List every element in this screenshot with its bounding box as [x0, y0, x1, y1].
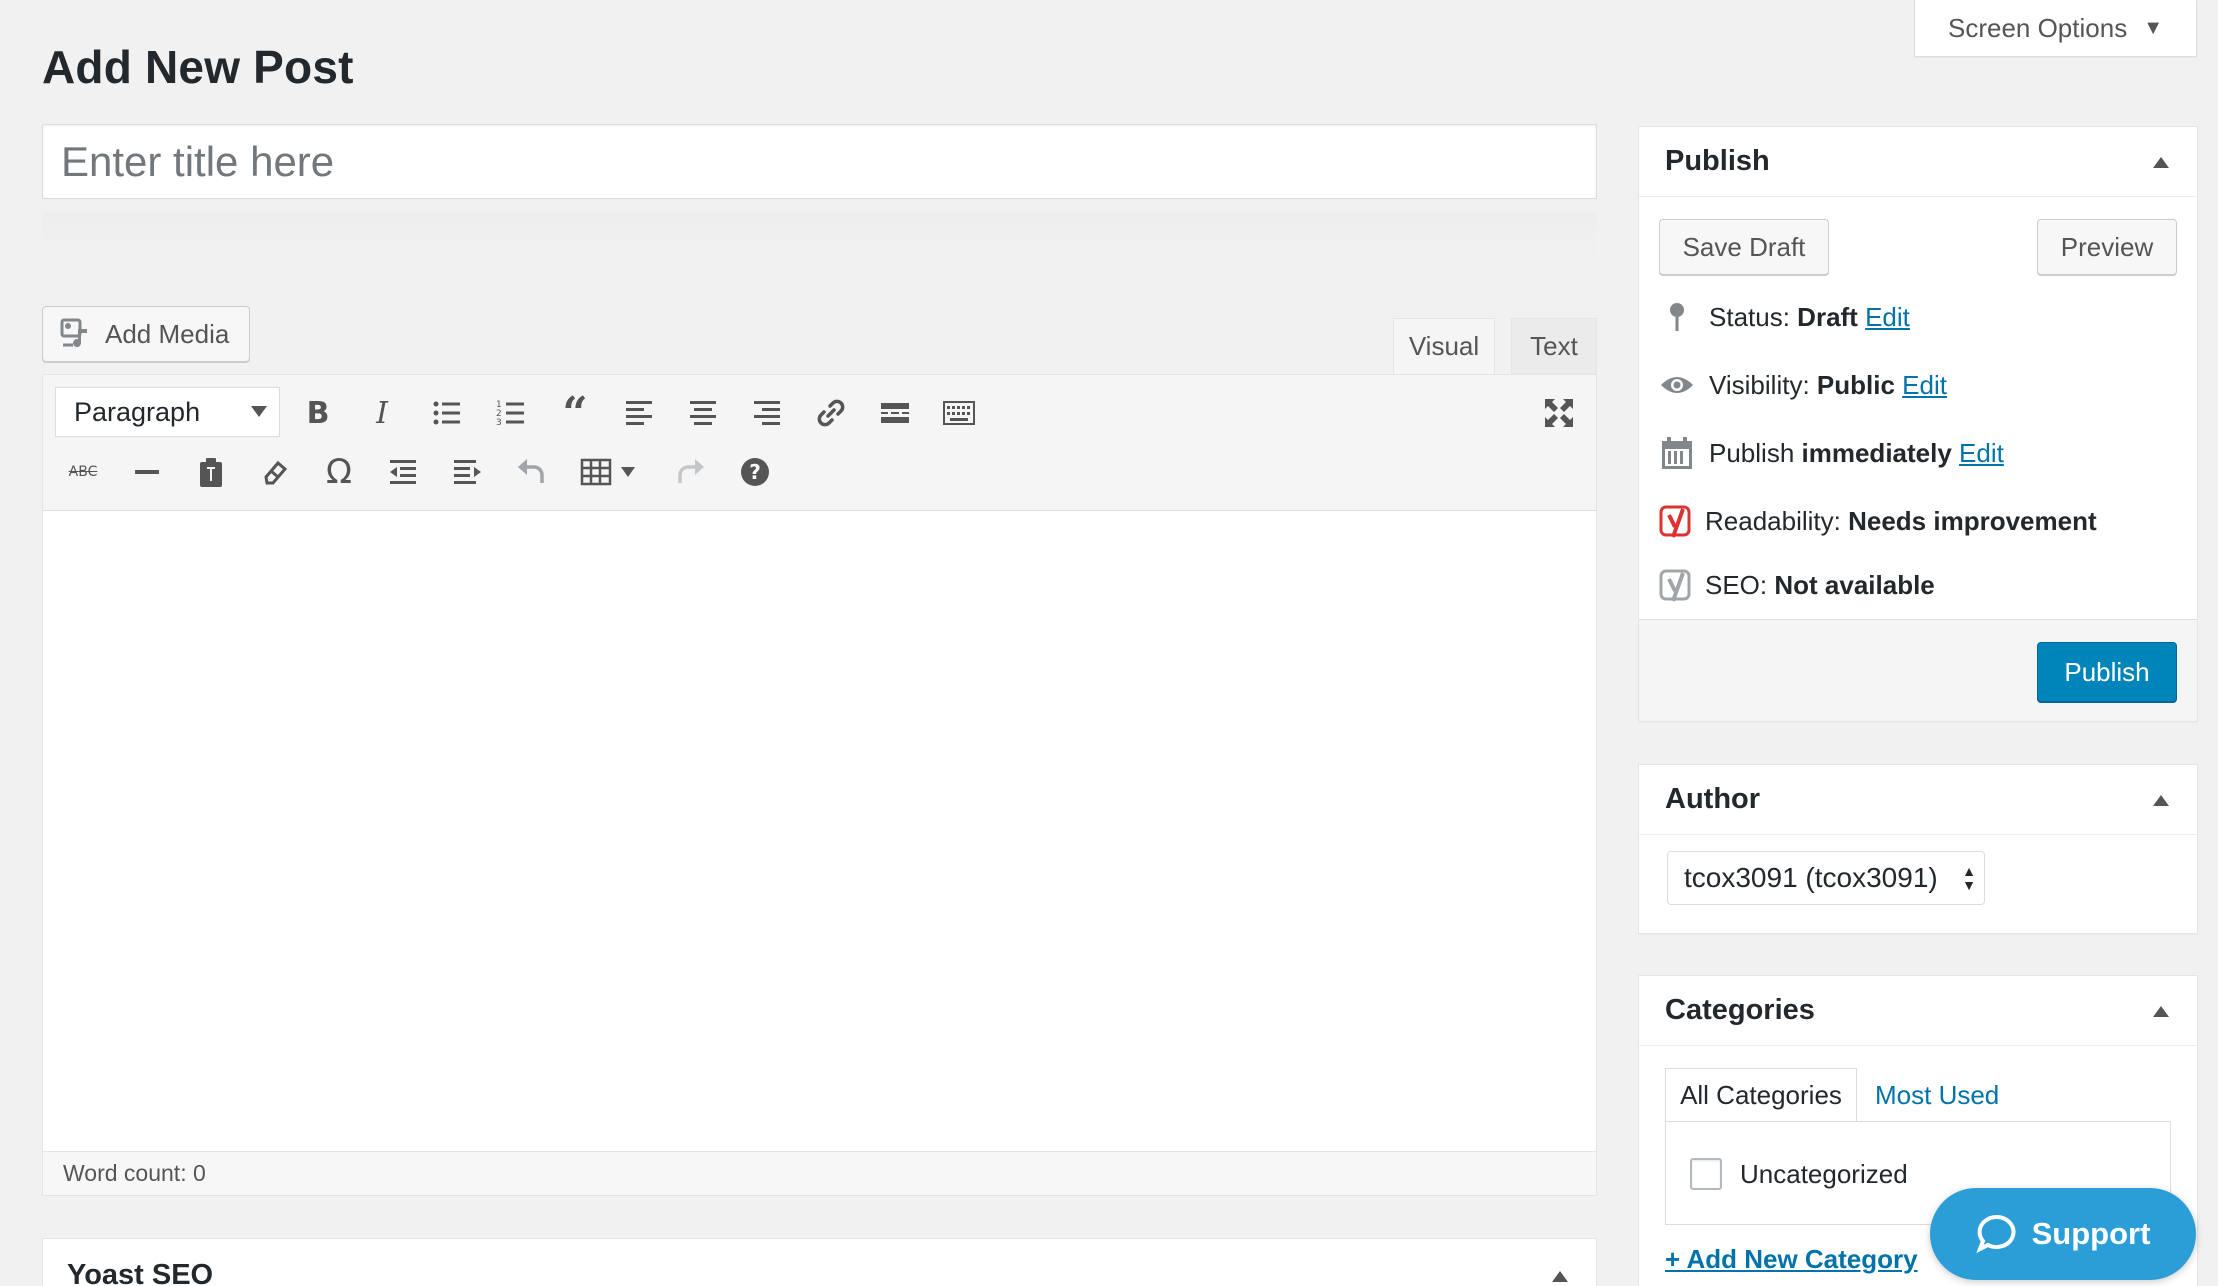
caret-up-icon[interactable]: [1552, 1271, 1568, 1282]
italic-icon[interactable]: I: [358, 389, 406, 437]
add-new-category-link[interactable]: + Add New Category: [1665, 1244, 1918, 1275]
bulleted-list-icon[interactable]: [423, 389, 471, 437]
seo-label: SEO:: [1705, 569, 1768, 600]
bold-icon[interactable]: B: [294, 389, 342, 437]
page-title: Add New Post: [42, 41, 354, 93]
format-select-value: Paragraph: [74, 396, 201, 427]
edit-publish-time-link[interactable]: Edit: [1959, 438, 2004, 468]
publish-label: Publish: [1709, 437, 1795, 468]
svg-text:3: 3: [496, 418, 502, 428]
add-media-label: Add Media: [105, 318, 230, 349]
publish-time-row: Publish immediately Edit: [1659, 431, 2004, 475]
categories-box-header[interactable]: Categories: [1639, 976, 2197, 1046]
save-draft-button[interactable]: Save Draft: [1659, 219, 1829, 275]
align-right-icon[interactable]: [743, 389, 791, 437]
publish-box-header[interactable]: Publish: [1639, 127, 2197, 197]
status-label: Status:: [1709, 301, 1790, 332]
screen-options-label: Screen Options: [1947, 12, 2128, 43]
yoast-seo-title: Yoast SEO: [67, 1259, 214, 1286]
support-button[interactable]: Support: [1930, 1188, 2196, 1280]
add-media-button[interactable]: Add Media: [42, 306, 250, 362]
pin-icon: [1659, 299, 1695, 335]
horizontal-line-icon[interactable]: [123, 448, 171, 496]
undo-icon[interactable]: [507, 448, 555, 496]
category-item[interactable]: Uncategorized: [1690, 1158, 1908, 1190]
special-character-icon[interactable]: Ω: [315, 448, 363, 496]
readability-label: Readability:: [1705, 505, 1841, 536]
visibility-label: Visibility:: [1709, 369, 1810, 400]
media-icon: [60, 318, 87, 348]
category-label: Uncategorized: [1740, 1158, 1908, 1189]
caret-up-icon[interactable]: [2153, 1006, 2169, 1017]
redo-icon[interactable]: [667, 448, 715, 496]
publish-box: Publish Save Draft Preview Status: Draft…: [1638, 126, 2198, 722]
tab-visual[interactable]: Visual: [1393, 318, 1495, 374]
svg-text:?: ?: [749, 460, 761, 484]
category-checkbox[interactable]: [1690, 1158, 1722, 1190]
caret-down-icon: ▼: [2143, 16, 2163, 39]
updown-arrows-icon: ▲ ▼: [1962, 863, 1976, 893]
publish-actions: Publish: [1639, 619, 2197, 721]
numbered-list-icon[interactable]: 123: [487, 389, 535, 437]
toolbar-toggle-icon[interactable]: [935, 389, 983, 437]
read-more-icon[interactable]: [871, 389, 919, 437]
author-box: Author tcox3091 (tcox3091) ▲ ▼: [1638, 764, 2198, 934]
paste-text-icon[interactable]: [187, 448, 235, 496]
align-center-icon[interactable]: [679, 389, 727, 437]
yoast-seo-box: Yoast SEO: [42, 1238, 1597, 1286]
caret-down-icon: [251, 406, 267, 417]
editor-content-area[interactable]: [43, 512, 1596, 1152]
format-select[interactable]: Paragraph: [55, 387, 280, 437]
status-row: Status: Draft Edit: [1659, 295, 1910, 339]
edit-status-link[interactable]: Edit: [1865, 302, 1910, 332]
clear-formatting-icon[interactable]: [251, 448, 299, 496]
caret-up-icon[interactable]: [2153, 157, 2169, 168]
blockquote-icon[interactable]: “: [551, 388, 599, 439]
author-box-title: Author: [1665, 783, 1761, 815]
table-icon[interactable]: [571, 448, 643, 496]
fullscreen-icon[interactable]: [1535, 389, 1583, 437]
outdent-icon[interactable]: [379, 448, 427, 496]
publish-value: immediately: [1801, 437, 1952, 468]
eye-icon: [1659, 367, 1695, 403]
editor-toolbar: Paragraph B I 123 “ ABC Ω ?: [43, 375, 1596, 511]
yoast-seo-icon: [1659, 567, 1695, 603]
chat-bubble-icon: [1975, 1214, 2016, 1254]
readability-row: Readability: Needs improvement: [1659, 499, 2097, 543]
publish-button[interactable]: Publish: [2037, 642, 2177, 702]
author-select-value: tcox3091 (tcox3091): [1684, 862, 1938, 893]
post-editor: Paragraph B I 123 “ ABC Ω ? Word count: …: [42, 374, 1597, 1196]
align-left-icon[interactable]: [615, 389, 663, 437]
author-box-header[interactable]: Author: [1639, 765, 2197, 835]
publish-box-title: Publish: [1665, 145, 1770, 177]
categories-box-title: Categories: [1665, 994, 1815, 1026]
help-icon[interactable]: ?: [731, 448, 779, 496]
caret-up-icon[interactable]: [2153, 795, 2169, 806]
calendar-icon: [1659, 435, 1695, 471]
tab-most-used[interactable]: Most Used: [1875, 1068, 1999, 1122]
indent-icon[interactable]: [443, 448, 491, 496]
author-select[interactable]: tcox3091 (tcox3091) ▲ ▼: [1667, 851, 1985, 905]
tab-text[interactable]: Text: [1511, 318, 1597, 374]
edit-visibility-link[interactable]: Edit: [1902, 370, 1947, 400]
status-value: Draft: [1797, 301, 1858, 332]
screen-options-button[interactable]: Screen Options ▼: [1914, 0, 2197, 57]
support-label: Support: [2031, 1216, 2151, 1251]
caret-down-icon: [621, 467, 635, 477]
visibility-value: Public: [1816, 369, 1895, 400]
visibility-row: Visibility: Public Edit: [1659, 363, 1947, 407]
yoast-readability-icon: [1659, 503, 1695, 539]
tab-all-categories[interactable]: All Categories: [1665, 1068, 1857, 1122]
seo-row: SEO: Not available: [1659, 563, 1935, 607]
link-icon[interactable]: [807, 389, 855, 437]
word-count: Word count: 0: [43, 1151, 1596, 1195]
readability-value: Needs improvement: [1848, 505, 2097, 536]
permalink-area: [42, 212, 1597, 264]
seo-value: Not available: [1774, 569, 1935, 600]
strikethrough-icon[interactable]: ABC: [59, 448, 107, 496]
post-title-input[interactable]: [42, 124, 1597, 199]
preview-button[interactable]: Preview: [2037, 219, 2177, 275]
